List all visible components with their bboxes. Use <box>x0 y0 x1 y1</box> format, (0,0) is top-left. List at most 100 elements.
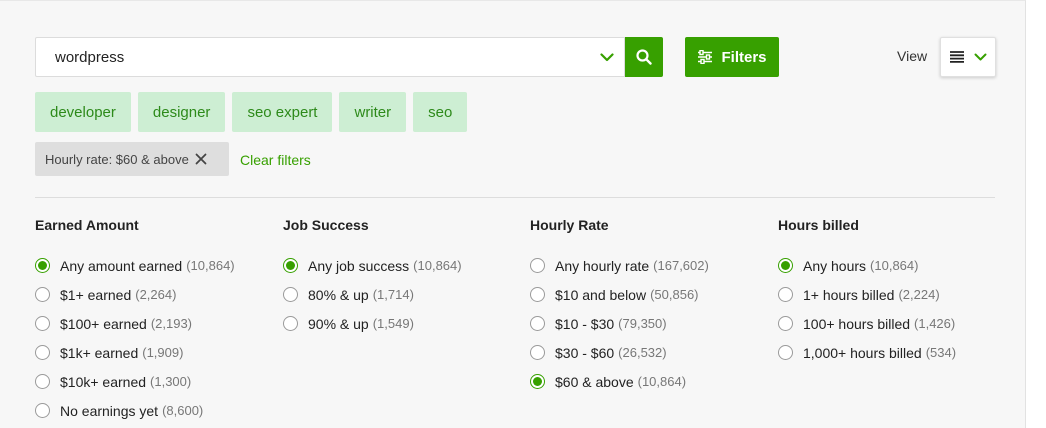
option-label: Any hourly rate <box>555 257 650 274</box>
option-count: (2,193) <box>150 316 193 331</box>
option-count: (1,426) <box>914 316 956 331</box>
search-icon <box>636 49 652 65</box>
filter-group-title: Hours billed <box>778 217 859 233</box>
radio-option[interactable]: 80% & up (1,714) <box>283 280 462 309</box>
tag-writer[interactable]: writer <box>339 92 407 132</box>
tag-designer[interactable]: designer <box>137 92 226 132</box>
radio-option[interactable]: $1k+ earned (1,909) <box>35 338 235 367</box>
radio-button[interactable] <box>283 258 298 273</box>
filters-button[interactable]: Filters <box>685 37 779 77</box>
option-label: 90% & up <box>308 315 369 332</box>
radio-button[interactable] <box>35 316 50 331</box>
radio-button[interactable] <box>35 345 50 360</box>
option-count: (2,224) <box>898 287 940 302</box>
radio-button[interactable] <box>35 403 50 418</box>
active-filter-label: Hourly rate: $60 & above <box>45 151 189 167</box>
option-label: $10 and below <box>555 286 647 303</box>
radio-button[interactable] <box>530 287 545 302</box>
radio-option[interactable]: $10k+ earned (1,300) <box>35 367 235 396</box>
close-icon[interactable] <box>195 153 207 165</box>
radio-option[interactable]: Any job success (10,864) <box>283 251 462 280</box>
option-label: $10 - $30 <box>555 315 615 332</box>
radio-button[interactable] <box>530 316 545 331</box>
divider <box>35 197 995 198</box>
radio-button[interactable] <box>35 374 50 389</box>
radio-button[interactable] <box>530 374 545 389</box>
option-count: (8,600) <box>162 403 204 418</box>
radio-button[interactable] <box>35 258 50 273</box>
radio-button[interactable] <box>283 287 298 302</box>
filter-group-earned-amount: Earned Amount Any amount earned (10,864) … <box>35 217 235 425</box>
filter-group-job-success: Job Success Any job success (10,864) 80% … <box>283 217 462 338</box>
radio-button[interactable] <box>35 287 50 302</box>
filters-button-label: Filters <box>721 48 767 66</box>
option-label: $1k+ earned <box>60 344 139 361</box>
option-count: (26,532) <box>618 345 667 360</box>
search-filters-panel: wordpress Filters View developer designe… <box>0 0 1026 428</box>
option-count: (10,864) <box>413 258 462 273</box>
option-label: $100+ earned <box>60 315 147 332</box>
active-filter-chip: Hourly rate: $60 & above <box>35 142 229 176</box>
option-count: (50,856) <box>650 287 699 302</box>
radio-button[interactable] <box>778 287 793 302</box>
radio-option[interactable]: Any amount earned (10,864) <box>35 251 235 280</box>
option-label: 1+ hours billed <box>803 286 895 303</box>
radio-button[interactable] <box>530 258 545 273</box>
radio-option[interactable]: Any hours (10,864) <box>778 251 956 280</box>
option-count: (1,714) <box>372 287 414 302</box>
tag-seo[interactable]: seo <box>413 92 468 132</box>
radio-option[interactable]: 90% & up (1,549) <box>283 309 462 338</box>
option-count: (10,864) <box>637 374 687 389</box>
radio-option[interactable]: $60 & above (10,864) <box>530 367 709 396</box>
radio-button[interactable] <box>283 316 298 331</box>
radio-option[interactable]: $1+ earned (2,264) <box>35 280 235 309</box>
page-gutter <box>1027 0 1046 428</box>
radio-option[interactable]: $10 - $30 (79,350) <box>530 309 709 338</box>
filter-group-title: Hourly Rate <box>530 217 609 233</box>
radio-option[interactable]: Any hourly rate (167,602) <box>530 251 709 280</box>
search-query-text[interactable]: wordpress <box>55 49 590 66</box>
view-label: View <box>897 48 928 64</box>
option-count: (2,264) <box>135 287 177 302</box>
search-button[interactable] <box>625 37 663 77</box>
option-count: (10,864) <box>870 258 919 273</box>
option-count: (1,549) <box>372 316 414 331</box>
tag-seo-expert[interactable]: seo expert <box>232 92 333 132</box>
option-count: (534) <box>925 345 957 360</box>
option-count: (1,909) <box>142 345 184 360</box>
chevron-down-icon <box>974 53 987 61</box>
option-label: Any job success <box>308 257 410 274</box>
suggested-tags: developer designer seo expert writer seo <box>35 92 468 132</box>
radio-option[interactable]: 1+ hours billed (2,224) <box>778 280 956 309</box>
view-select[interactable] <box>940 37 996 77</box>
search-input[interactable]: wordpress <box>35 37 625 77</box>
radio-option[interactable]: No earnings yet (8,600) <box>35 396 235 425</box>
filter-group-title: Job Success <box>283 217 369 233</box>
option-label: $1+ earned <box>60 286 132 303</box>
option-label: Any hours <box>803 257 867 274</box>
radio-option[interactable]: $100+ earned (2,193) <box>35 309 235 338</box>
radio-option[interactable]: $30 - $60 (26,532) <box>530 338 709 367</box>
chevron-down-icon[interactable] <box>590 38 624 76</box>
filter-group-hourly-rate: Hourly Rate Any hourly rate (167,602) $10… <box>530 217 709 396</box>
radio-button[interactable] <box>778 316 793 331</box>
radio-option[interactable]: 100+ hours billed (1,426) <box>778 309 956 338</box>
option-label: Any amount earned <box>60 257 183 274</box>
radio-button[interactable] <box>778 258 793 273</box>
filter-group-hours-billed: Hours billed Any hours (10,864) 1+ hours … <box>778 217 956 367</box>
option-count: (1,300) <box>150 374 192 389</box>
option-label: $10k+ earned <box>60 373 147 390</box>
radio-button[interactable] <box>530 345 545 360</box>
filter-group-title: Earned Amount <box>35 217 139 233</box>
option-count: (167,602) <box>653 258 709 273</box>
radio-button[interactable] <box>778 345 793 360</box>
option-label: $30 - $60 <box>555 344 615 361</box>
option-label: 100+ hours billed <box>803 315 911 332</box>
tag-developer[interactable]: developer <box>35 92 131 132</box>
option-count: (10,864) <box>186 258 235 273</box>
option-label: 80% & up <box>308 286 369 303</box>
radio-option[interactable]: $10 and below (50,856) <box>530 280 709 309</box>
option-label: No earnings yet <box>60 402 159 419</box>
clear-filters-link[interactable]: Clear filters <box>240 152 311 168</box>
radio-option[interactable]: 1,000+ hours billed (534) <box>778 338 956 367</box>
